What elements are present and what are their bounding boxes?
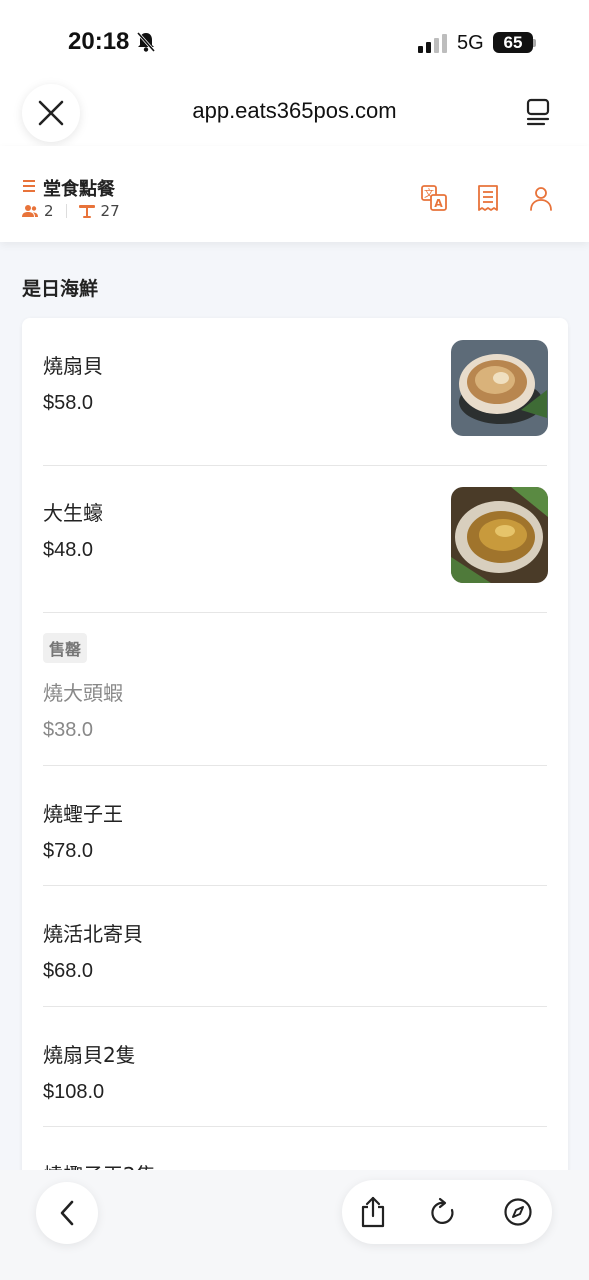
item-name: 燒扇貝 xyxy=(43,354,103,378)
guest-count: 2 xyxy=(44,202,54,220)
item-name: 燒蟶子王 xyxy=(43,802,123,826)
compass-icon xyxy=(504,1198,532,1226)
reload-icon xyxy=(431,1197,454,1224)
info-separator xyxy=(65,204,67,218)
menu-item[interactable]: 燒活北寄貝 $68.0 xyxy=(43,916,547,996)
item-divider xyxy=(43,465,547,466)
item-divider xyxy=(43,1126,547,1127)
people-icon xyxy=(22,205,38,217)
table-info: 2 27 xyxy=(22,202,120,220)
item-divider xyxy=(43,1006,547,1007)
url-display[interactable]: app.eats365pos.com xyxy=(0,98,589,124)
page-title[interactable]: 堂食點餐 xyxy=(43,175,115,201)
item-price: $38.0 xyxy=(43,719,94,741)
sold-out-badge: 售罄 xyxy=(43,633,88,663)
menu-icon[interactable] xyxy=(22,179,36,193)
tabs-icon[interactable] xyxy=(524,98,552,128)
share-icon xyxy=(361,1196,385,1228)
item-name: 燒活北寄貝 xyxy=(43,922,143,946)
menu-item-sold-out[interactable]: 售罄 燒大頭蝦 $38.0 xyxy=(43,633,547,753)
item-divider xyxy=(43,885,547,886)
svg-text:A: A xyxy=(434,197,443,210)
item-photo[interactable] xyxy=(451,340,548,436)
cellular-signal-icon xyxy=(418,34,447,53)
app-header: 堂食點餐 2 27 文 A xyxy=(0,146,589,242)
receipt-icon[interactable] xyxy=(474,184,502,212)
item-price: $48.0 xyxy=(43,539,94,561)
item-price: $68.0 xyxy=(43,960,94,982)
reload-button[interactable] xyxy=(428,1196,460,1228)
item-name: 燒扇貝2隻 xyxy=(43,1043,136,1067)
item-photo[interactable] xyxy=(451,487,548,583)
back-icon xyxy=(60,1200,74,1226)
share-button[interactable] xyxy=(357,1196,389,1228)
item-name: 燒大頭蝦 xyxy=(43,681,123,705)
battery-level: 65 xyxy=(493,32,533,53)
translate-icon[interactable]: 文 A xyxy=(420,184,448,212)
item-name: 大生蠔 xyxy=(43,501,103,525)
back-button[interactable] xyxy=(36,1182,98,1244)
compass-button[interactable] xyxy=(502,1196,534,1228)
browser-toolbar xyxy=(0,1170,589,1280)
network-type: 5G xyxy=(457,32,484,54)
menu-item[interactable]: 燒蟶子王 $78.0 xyxy=(43,796,547,876)
item-divider xyxy=(43,765,547,766)
status-time: 20:18 xyxy=(68,28,130,55)
item-price: $78.0 xyxy=(43,840,94,862)
menu-item-list: 燒扇貝 $58.0 大生蠔 $48.0 售罄 燒大頭蝦 $38.0 燒蟶子王 $… xyxy=(22,318,568,1218)
item-divider xyxy=(43,612,547,613)
address-bar: app.eats365pos.com xyxy=(0,84,589,146)
table-number: 27 xyxy=(100,202,120,220)
item-price: $108.0 xyxy=(43,1081,105,1103)
menu-item[interactable]: 燒扇貝2隻 $108.0 xyxy=(43,1037,547,1117)
status-bar: 20:18 5G 65 xyxy=(0,0,589,84)
battery-cap xyxy=(533,39,536,47)
item-price: $58.0 xyxy=(43,392,94,414)
bell-slash-icon xyxy=(136,32,156,52)
table-icon xyxy=(78,204,95,218)
user-icon[interactable] xyxy=(527,184,555,212)
category-title: 是日海鮮 xyxy=(22,278,99,300)
action-group xyxy=(342,1180,552,1244)
